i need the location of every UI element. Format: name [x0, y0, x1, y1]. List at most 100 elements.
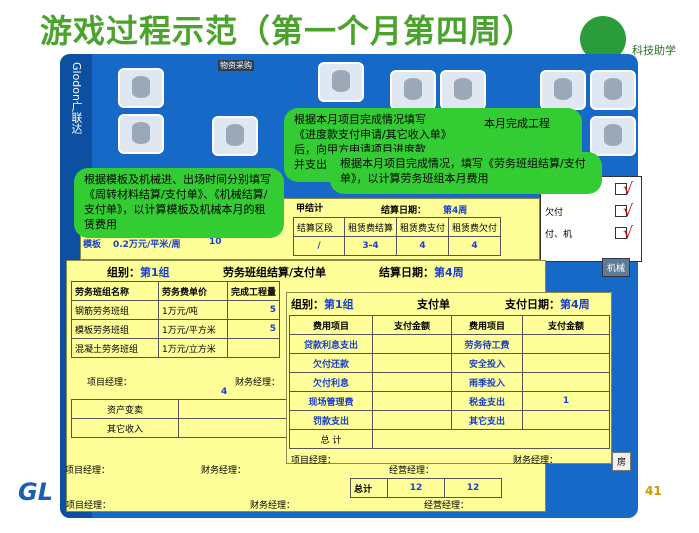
table-cell: /	[293, 236, 345, 256]
table-cell[interactable]	[372, 334, 452, 354]
icon-label: 物资采购	[218, 60, 254, 71]
panel-item: 欠付	[545, 208, 564, 218]
callout-labor-settlement: 根据本月项目完成情况，填写《劳务班组结算/支付单》，以计算劳务班组本月费用	[330, 152, 602, 194]
col-header: 租赁费欠付	[448, 217, 502, 237]
table-cell	[178, 418, 296, 438]
storage-icon[interactable]	[540, 70, 586, 110]
table-row: 欠付还款 安全投入	[289, 353, 610, 373]
table-cell: 欠付利息	[289, 372, 373, 392]
pay-sheet-title: 支付单	[417, 298, 450, 311]
page-number: 41	[645, 484, 662, 498]
table-row: 总 计	[289, 429, 610, 449]
table-cell[interactable]	[522, 353, 610, 373]
table-cell[interactable]: 1	[522, 391, 610, 411]
footer-project-manager: 项目经理：	[87, 378, 133, 388]
table-cell: 3-4	[343, 236, 398, 256]
footer-finance-manager: 财务经理：	[235, 378, 281, 388]
table-cell: 模板劳务班组	[71, 319, 159, 339]
table-row: 罚款支出 其它支出	[289, 410, 610, 430]
col-header: 支付金额	[522, 315, 610, 335]
table-cell: 其它收入	[71, 418, 179, 438]
lease-row-label: 模板	[83, 240, 102, 250]
group-value: 第1组	[140, 266, 170, 279]
table-cell: 现场管理费	[289, 391, 373, 411]
brand-logo-text: GL	[18, 478, 53, 506]
lease-sheet-header: 甲结计	[296, 204, 324, 214]
total-label: 总计	[350, 478, 388, 498]
footer-finance-manager: 财务经理：	[250, 501, 296, 511]
table-cell[interactable]	[372, 391, 452, 411]
table-cell[interactable]	[522, 410, 610, 430]
table-cell[interactable]	[522, 334, 610, 354]
footer-finance-manager: 财务经理：	[201, 466, 247, 476]
total-cell[interactable]	[372, 429, 610, 449]
machine-button[interactable]: 机械	[602, 258, 631, 277]
table-cell: 钢筋劳务班组	[71, 300, 159, 320]
table-cell: 1万元/吨	[158, 300, 228, 320]
lease-row-value: 10	[209, 237, 222, 247]
col-header: 完成工程量	[226, 281, 281, 301]
table-cell: 欠付还款	[289, 353, 373, 373]
storage-icon[interactable]	[440, 70, 486, 110]
table-cell: 税金支出	[451, 391, 523, 411]
week-value: 第4周	[434, 266, 464, 279]
table-cell[interactable]	[372, 353, 452, 373]
payment-sheet: 组别：第1组 支付单 支付日期：第4周 费用项目 支付金额 费用项目 支付金额 …	[286, 292, 612, 466]
table-cell: 其它支出	[451, 410, 523, 430]
table-cell	[178, 399, 296, 419]
footer-project-manager: 项目经理：	[65, 466, 111, 476]
footer-finance-manager: 财务经理：	[513, 456, 559, 466]
table-cell: 1万元/立方米	[158, 338, 228, 358]
income-table: 资产变卖 其它收入	[71, 399, 296, 438]
callout-line: 本月完成工程	[484, 117, 550, 130]
extra-value: 4	[221, 387, 228, 397]
footer-project-manager: 项目经理：	[66, 501, 112, 511]
total-value: 12	[444, 478, 502, 498]
storage-icon[interactable]	[390, 70, 436, 110]
table-cell: 5	[226, 319, 281, 339]
col-header: 费用项目	[289, 315, 373, 335]
storage-icon[interactable]	[118, 68, 164, 108]
table-cell: 4	[396, 236, 450, 256]
storage-icon[interactable]	[590, 116, 636, 156]
total-label: 总 计	[289, 429, 373, 449]
table-cell[interactable]	[522, 372, 610, 392]
table-cell: 混凝土劳务班组	[71, 338, 159, 358]
week-value: 第4周	[560, 298, 590, 311]
storage-icon[interactable]	[118, 114, 164, 154]
table-cell: 5	[226, 300, 281, 320]
lease-week: 第4周	[443, 206, 468, 216]
table-cell: 罚款支出	[289, 410, 373, 430]
col-header: 支付金额	[372, 315, 452, 335]
storage-icon[interactable]	[212, 116, 258, 156]
col-header: 租赁费支付	[396, 217, 450, 237]
table-cell: 劳务待工费	[451, 334, 523, 354]
group-value: 第1组	[324, 298, 354, 311]
table-row: 贷款利息支出 劳务待工费	[289, 334, 610, 354]
table-cell[interactable]	[372, 372, 452, 392]
table-row: 钢筋劳务班组 1万元/吨 5	[71, 300, 281, 320]
table-cell: 贷款利息支出	[289, 334, 373, 354]
table-row: 现场管理费 税金支出 1	[289, 391, 610, 411]
table-cell	[226, 338, 281, 358]
cash-icon[interactable]	[318, 62, 364, 102]
table-row: 模板劳务班组 1万元/平方米 5	[71, 319, 281, 339]
bottom-total-table: 总计 12 12	[350, 478, 502, 498]
side-brand-text: Glodon广联达	[70, 62, 83, 134]
col-header: 结算区段	[293, 217, 345, 237]
panel-item: 付、机	[545, 230, 573, 240]
labor-table: 劳务班组名称 劳务费单价 完成工程量 钢筋劳务班组 1万元/吨 5 模板劳务班组…	[71, 281, 281, 358]
table-cell: 1万元/平方米	[158, 319, 228, 339]
table-cell: 4	[448, 236, 502, 256]
lease-row-unit: 0.2万元/平米/周	[113, 240, 181, 250]
storage-icon[interactable]	[590, 70, 636, 110]
labor-sheet-title: 劳务班组结算/支付单	[223, 266, 327, 279]
house-button[interactable]: 房	[612, 452, 632, 471]
footer-operation-manager: 经营经理：	[389, 466, 435, 476]
check-mark-icon: √	[623, 201, 634, 220]
lease-table: 结算区段 租赁费结算 租赁费支付 租赁费欠付 / 3-4 4 4	[293, 217, 502, 256]
payment-table: 费用项目 支付金额 费用项目 支付金额 贷款利息支出 劳务待工费 欠付还款 安全…	[289, 315, 610, 449]
table-cell[interactable]	[372, 410, 452, 430]
date-label: 支付日期：	[505, 298, 560, 311]
table-row: 混凝土劳务班组 1万元/立方米	[71, 338, 281, 358]
